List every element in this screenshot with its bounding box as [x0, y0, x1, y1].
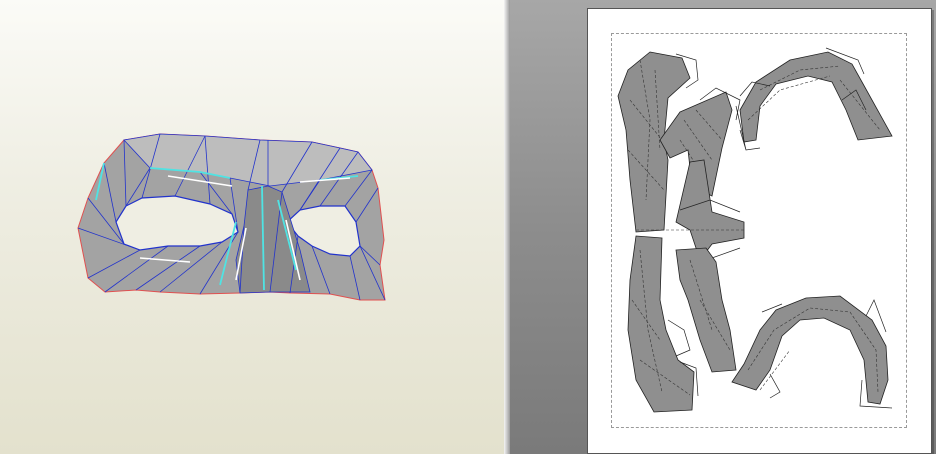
unfolded-parts[interactable] — [0, 0, 936, 454]
part-right-top-arc[interactable] — [735, 47, 893, 151]
part-right-bottom-arc[interactable] — [731, 295, 893, 409]
part-center-lower[interactable] — [667, 247, 737, 373]
